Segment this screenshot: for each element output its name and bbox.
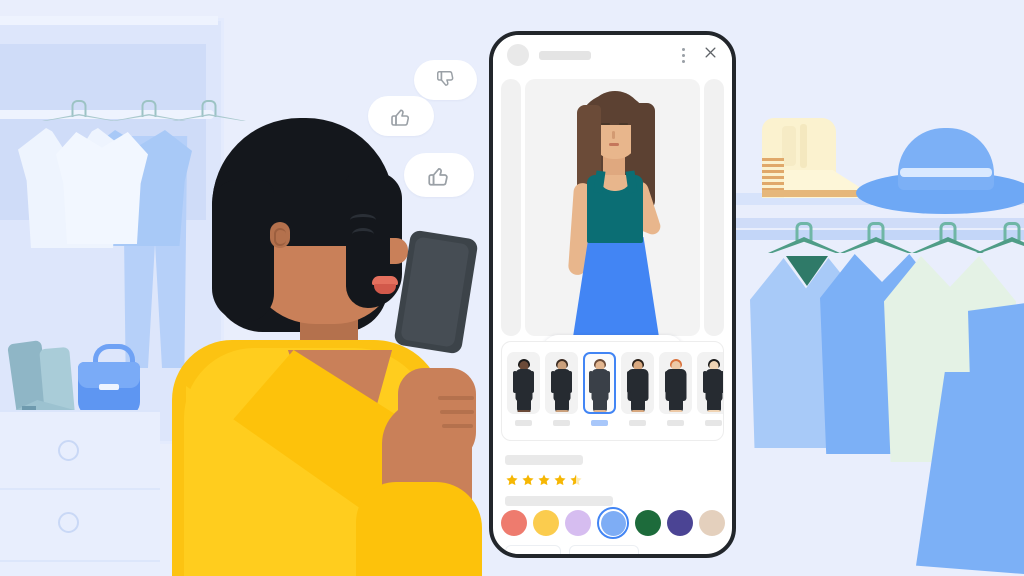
model-picker — [501, 341, 724, 441]
hanging-white-shirt-front — [56, 132, 148, 244]
hand — [398, 368, 476, 464]
model-thumbnail-item[interactable] — [545, 352, 578, 426]
action-button-secondary[interactable] — [569, 545, 639, 554]
drawer-knob — [58, 512, 79, 533]
eyebrow — [350, 214, 376, 226]
phone-mockup: Try on models — [489, 31, 736, 558]
hanger-icon — [840, 222, 912, 254]
star-half-icon — [570, 474, 582, 486]
color-swatch-beige[interactable] — [699, 510, 725, 536]
model-thumbnail-item[interactable] — [659, 352, 692, 426]
preview-prev-card[interactable] — [501, 79, 521, 336]
eye-closed — [352, 228, 374, 241]
model-thumbnail-label — [629, 420, 646, 426]
dress-sleeve — [356, 482, 482, 576]
model-thumbnail-item-selected[interactable] — [583, 352, 616, 426]
rating-stars — [505, 473, 717, 487]
star-full-icon — [554, 474, 566, 486]
dresser — [0, 410, 160, 576]
model-thumbnail-item[interactable] — [621, 352, 654, 426]
model-thumbnail-label-selected — [591, 420, 608, 426]
ankle-boot-seam — [800, 124, 807, 168]
dresser-divider — [0, 560, 160, 562]
color-swatch-indigo[interactable] — [667, 510, 693, 536]
dresser-divider — [0, 488, 160, 490]
star-full-icon — [538, 474, 550, 486]
model-thumbnail[interactable] — [697, 352, 723, 414]
color-swatch-row — [501, 507, 727, 539]
model-mouth — [609, 143, 619, 146]
color-swatch-coral[interactable] — [501, 510, 527, 536]
model-thumbnail[interactable] — [659, 352, 692, 414]
finger — [438, 396, 474, 400]
avatar — [507, 44, 529, 66]
model-thumbnail-label — [667, 420, 684, 426]
sun-hat-band — [900, 168, 992, 177]
model-thumbnail-label — [705, 420, 722, 426]
star-full-icon — [506, 474, 518, 486]
handbag-clasp — [99, 384, 119, 390]
hanger-icon — [976, 222, 1024, 254]
model-thumbnail[interactable] — [545, 352, 578, 414]
hair-side-left — [212, 180, 274, 322]
app-header — [493, 35, 732, 75]
ankle-boot-panel — [782, 126, 796, 166]
model-thumbnail[interactable] — [507, 352, 540, 414]
reaction-bubble-thumbs-up-2[interactable] — [404, 153, 474, 197]
color-swatch-forest-green[interactable] — [635, 510, 661, 536]
model-eye-right — [619, 123, 628, 125]
hanger-icon — [42, 100, 116, 124]
app-title-placeholder — [539, 50, 591, 60]
ankle-boot-sole — [762, 190, 860, 197]
preview-next-card[interactable] — [704, 79, 724, 336]
closet-top-lip — [0, 16, 218, 25]
color-swatch-lavender[interactable] — [565, 510, 591, 536]
product-preview: Try on models — [501, 79, 724, 367]
model-thumbnail[interactable] — [621, 352, 654, 414]
kebab-menu-icon[interactable] — [681, 47, 685, 63]
product-details — [505, 455, 717, 506]
model-thumbnail-item[interactable] — [697, 352, 723, 426]
finger — [440, 410, 474, 414]
model-thumbnail-row — [507, 352, 723, 426]
model-eye-left — [601, 123, 610, 125]
reaction-bubble-thumbs-down[interactable] — [414, 60, 477, 100]
model-thumbnail-selected[interactable] — [583, 352, 616, 414]
model-nose — [612, 131, 615, 139]
action-button-primary[interactable] — [505, 545, 561, 554]
star-full-icon — [522, 474, 534, 486]
product-subtitle-placeholder — [505, 496, 613, 506]
thumbs-up-icon — [428, 168, 448, 186]
hanger-icon — [768, 222, 840, 254]
thumbs-up-icon — [391, 109, 410, 126]
drawer-knob — [58, 440, 79, 461]
nose — [390, 238, 408, 264]
color-swatch-light-blue-selected[interactable] — [597, 507, 629, 539]
model-thumbnail-label — [553, 420, 570, 426]
finger — [442, 424, 473, 428]
action-button-row — [505, 545, 639, 554]
thumbs-down-icon — [436, 71, 453, 86]
color-swatch-yellow[interactable] — [533, 510, 559, 536]
illustration-scene: Try on models — [0, 0, 1024, 576]
close-icon[interactable] — [703, 45, 718, 65]
ear-inner — [274, 228, 286, 246]
hanger-icon — [912, 222, 984, 254]
model-thumbnail-item[interactable] — [507, 352, 540, 426]
try-on-image[interactable] — [525, 79, 700, 336]
product-title-placeholder — [505, 455, 583, 465]
model-thumbnail-label — [515, 420, 532, 426]
reaction-bubble-thumbs-up-1[interactable] — [368, 96, 434, 136]
